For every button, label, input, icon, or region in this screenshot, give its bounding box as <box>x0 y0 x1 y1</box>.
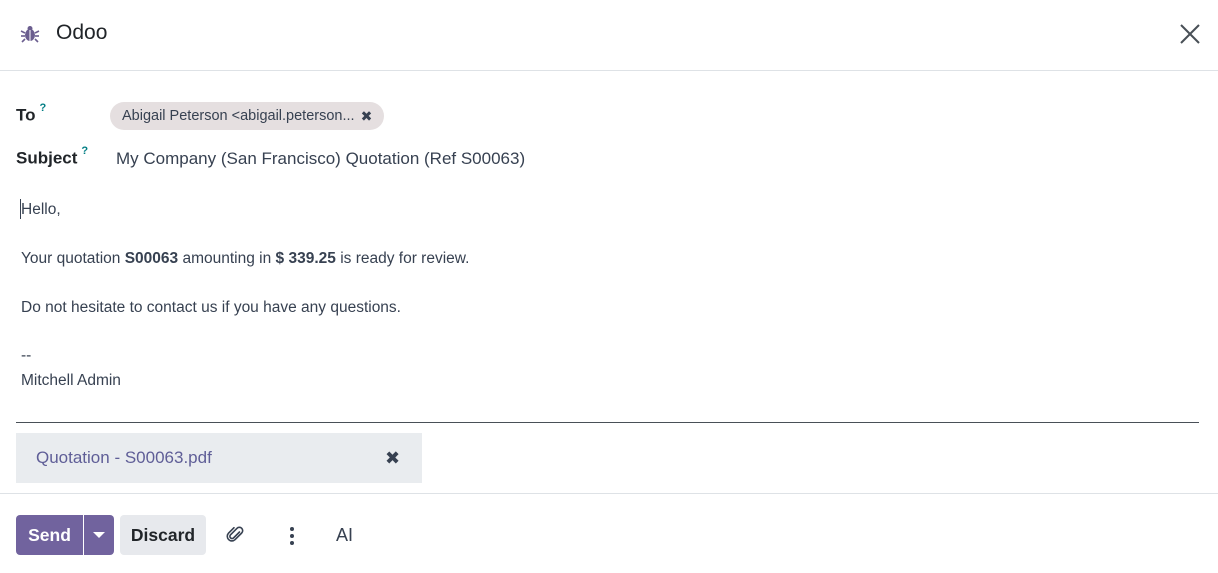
send-button[interactable]: Send <box>16 515 83 555</box>
quote-reference: S00063 <box>124 250 179 267</box>
bug-icon <box>20 26 40 43</box>
recipient-tag-label: Abigail Peterson <abigail.peterson... <box>122 108 355 124</box>
recipient-tag[interactable]: Abigail Peterson <abigail.peterson... ✖ <box>110 102 385 130</box>
subject-label-text: Subject <box>16 148 78 168</box>
dialog-header: Odoo <box>0 0 1218 71</box>
body-text: is ready for review. <box>335 250 470 267</box>
close-icon[interactable] <box>1176 20 1204 48</box>
kebab-icon[interactable] <box>286 526 298 546</box>
to-label: To? <box>16 102 47 126</box>
subject-label: Subject? <box>16 145 88 169</box>
ai-button[interactable]: AI <box>336 525 353 546</box>
to-label-text: To <box>16 105 36 125</box>
discard-button[interactable]: Discard <box>120 515 206 555</box>
dialog-title: Odoo <box>56 21 108 44</box>
remove-attachment-icon[interactable]: ✖ <box>385 448 400 469</box>
send-options-dropdown[interactable] <box>84 515 114 555</box>
body-paragraph-contact[interactable]: Do not hesitate to contact us if you hav… <box>21 299 401 317</box>
paperclip-icon[interactable] <box>226 525 246 545</box>
footer-divider <box>0 493 1218 494</box>
remove-recipient-icon[interactable]: ✖ <box>361 108 373 125</box>
body-paragraph-quote[interactable]: Your quotation S00063 amounting in $ 339… <box>21 250 469 268</box>
editor-divider <box>16 422 1199 423</box>
attachment-card[interactable]: Quotation - S00063.pdf ✖ <box>16 433 422 483</box>
body-text: amounting in <box>178 250 276 267</box>
quote-amount: $ 339.25 <box>275 250 336 267</box>
body-greeting[interactable]: Hello, <box>21 201 61 219</box>
signature-separator[interactable]: -- <box>21 347 31 365</box>
caret-down-icon <box>93 532 105 538</box>
attachment-name[interactable]: Quotation - S00063.pdf <box>36 448 212 468</box>
signature-name[interactable]: Mitchell Admin <box>21 372 121 390</box>
help-tooltip-icon[interactable]: ? <box>81 145 88 157</box>
body-text: Your quotation <box>21 250 125 267</box>
help-tooltip-icon[interactable]: ? <box>40 102 47 114</box>
subject-input[interactable]: My Company (San Francisco) Quotation (Re… <box>116 149 525 169</box>
